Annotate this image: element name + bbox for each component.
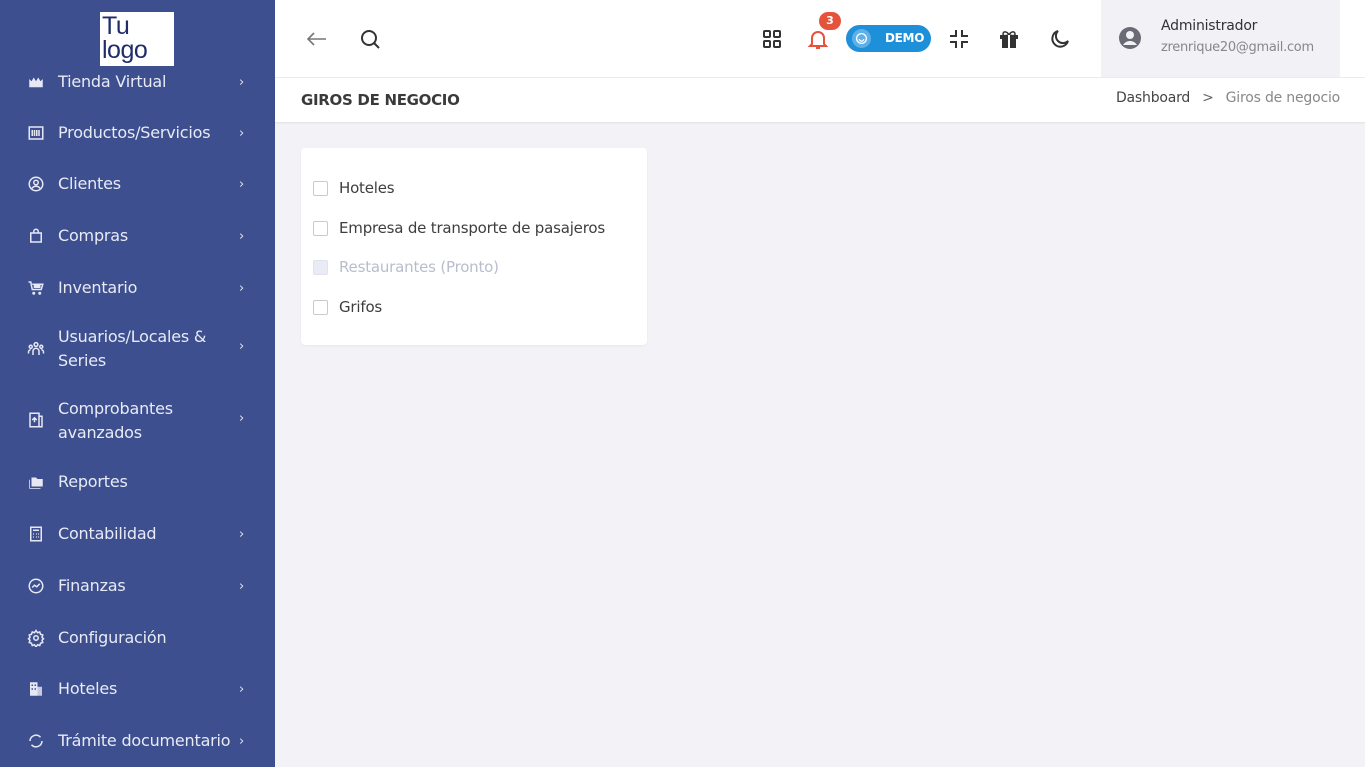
- smile-icon: [852, 29, 871, 48]
- chevron-right-icon: ›: [239, 125, 245, 141]
- compress-icon[interactable]: [946, 26, 972, 52]
- demo-label: DEMO: [885, 31, 925, 45]
- search-icon[interactable]: [357, 26, 383, 52]
- option-label: Restaurantes (Pronto): [339, 258, 499, 276]
- chevron-right-icon: ›: [239, 339, 245, 354]
- demo-button[interactable]: DEMO: [846, 25, 931, 52]
- sidebar-item-contabilidad[interactable]: Contabilidad ›: [0, 522, 275, 546]
- chevron-right-icon: ›: [239, 526, 245, 542]
- checkbox[interactable]: [313, 220, 328, 236]
- breadcrumb-separator: >: [1202, 90, 1214, 106]
- sidebar-item-clientes[interactable]: Clientes ›: [0, 172, 275, 196]
- sidebar-item-label: Comprobantes avanzados: [58, 399, 173, 442]
- sidebar-item-tramite[interactable]: Trámite documentario ›: [0, 729, 275, 753]
- chevron-right-icon: ›: [239, 228, 245, 244]
- avatar-icon: [1118, 26, 1142, 50]
- sidebar-item-label: Productos/Servicios: [58, 123, 211, 142]
- option-label: Empresa de transporte de pasajeros: [339, 219, 605, 237]
- notification-count-badge: 3: [819, 12, 841, 30]
- apps-grid-icon[interactable]: [759, 26, 785, 52]
- sidebar-item-finanzas[interactable]: Finanzas ›: [0, 574, 275, 598]
- breadcrumb-current: Giros de negocio: [1225, 90, 1341, 106]
- logo-line-2: logo: [102, 36, 148, 64]
- folders-icon: [27, 473, 45, 491]
- chevron-right-icon: ›: [239, 578, 245, 594]
- chevron-right-icon: ›: [239, 280, 245, 296]
- logo-line-1: Tu: [102, 12, 130, 40]
- chevron-right-icon: ›: [239, 681, 245, 697]
- sidebar-item-label: Hoteles: [58, 679, 118, 698]
- calculator-icon: [27, 525, 45, 543]
- users-icon: [27, 340, 45, 358]
- building-icon: [27, 680, 45, 698]
- sidebar: Tu logo Tienda Virtual › Productos/Servi…: [0, 0, 275, 767]
- breadcrumb-home[interactable]: Dashboard: [1116, 90, 1190, 106]
- sidebar-item-reportes[interactable]: Reportes: [0, 470, 275, 494]
- chevron-right-icon: ›: [239, 74, 245, 90]
- option-hoteles[interactable]: Hoteles: [313, 179, 395, 197]
- checkbox-disabled: [313, 259, 328, 275]
- checkbox[interactable]: [313, 180, 328, 196]
- user-email: zrenrique20@gmail.com: [1161, 40, 1314, 55]
- chevron-right-icon: ›: [239, 733, 245, 749]
- chevron-right-icon: ›: [239, 411, 245, 426]
- logo[interactable]: Tu logo: [100, 12, 174, 66]
- sidebar-item-comprobantes[interactable]: Comprobantes avanzados ›: [0, 396, 275, 446]
- barcode-icon: [27, 124, 45, 142]
- business-types-card: Hoteles Empresa de transporte de pasajer…: [301, 148, 647, 345]
- topbar: 3 DEMO Administrador zrenrique20@gmail.c…: [275, 0, 1365, 78]
- option-label: Grifos: [339, 298, 383, 316]
- chevron-right-icon: ›: [239, 176, 245, 192]
- sidebar-item-compras[interactable]: Compras ›: [0, 224, 275, 248]
- gear-icon: [27, 629, 45, 647]
- page-header: GIROS DE NEGOCIO Dashboard > Giros de ne…: [275, 78, 1365, 122]
- sidebar-item-label: Finanzas: [58, 576, 126, 595]
- document-icon: [27, 411, 45, 429]
- option-label: Hoteles: [339, 179, 395, 197]
- option-transporte[interactable]: Empresa de transporte de pasajeros: [313, 219, 605, 237]
- sidebar-item-label: Configuración: [58, 628, 167, 647]
- sidebar-item-tienda-virtual[interactable]: Tienda Virtual ›: [0, 70, 275, 94]
- document-flow-icon: [27, 732, 45, 750]
- checkbox[interactable]: [313, 299, 328, 315]
- user-name: Administrador: [1161, 18, 1258, 34]
- user-menu[interactable]: Administrador zrenrique20@gmail.com: [1101, 0, 1340, 77]
- sidebar-item-label: Inventario: [58, 278, 138, 297]
- sidebar-item-label: Usuarios/Locales & Series: [58, 327, 207, 370]
- breadcrumb: Dashboard > Giros de negocio: [1116, 90, 1340, 106]
- sidebar-item-hoteles[interactable]: Hoteles ›: [0, 677, 275, 701]
- sidebar-item-label: Trámite documentario: [58, 731, 231, 750]
- store-icon: [27, 73, 45, 91]
- moon-icon[interactable]: [1047, 26, 1073, 52]
- sidebar-item-label: Contabilidad: [58, 524, 157, 543]
- shopping-bag-icon: [27, 227, 45, 245]
- gift-icon[interactable]: [996, 26, 1022, 52]
- back-arrow-icon[interactable]: [304, 26, 330, 52]
- chart-icon: [27, 577, 45, 595]
- option-grifos[interactable]: Grifos: [313, 298, 382, 316]
- page-title: GIROS DE NEGOCIO: [301, 91, 460, 109]
- cart-icon: [27, 279, 45, 297]
- sidebar-item-productos[interactable]: Productos/Servicios ›: [0, 121, 275, 145]
- sidebar-item-label: Reportes: [58, 472, 128, 491]
- sidebar-item-label: Compras: [58, 226, 129, 245]
- sidebar-item-configuracion[interactable]: Configuración: [0, 626, 275, 650]
- option-restaurantes: Restaurantes (Pronto): [313, 258, 499, 276]
- sidebar-item-label: Tienda Virtual: [58, 72, 167, 91]
- sidebar-item-label: Clientes: [58, 174, 121, 193]
- user-circle-icon: [27, 175, 45, 193]
- sidebar-item-usuarios[interactable]: Usuarios/Locales & Series ›: [0, 324, 275, 374]
- sidebar-item-inventario[interactable]: Inventario ›: [0, 276, 275, 300]
